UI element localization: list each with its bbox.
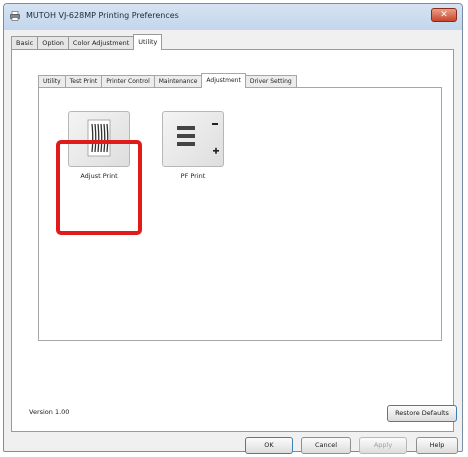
ok-button[interactable]: OK (245, 437, 293, 454)
pf-print-button[interactable] (162, 111, 224, 167)
window-title: MUTOH VJ-628MP Printing Preferences (26, 11, 179, 20)
version-label: Version 1.00 (29, 408, 70, 416)
outer-tab-strip: Basic Option Color Adjustment Utility (11, 34, 163, 50)
highlight-box (56, 140, 142, 235)
cancel-button[interactable]: Cancel (301, 437, 351, 454)
adjustment-panel: Adjust Print PF Print (38, 87, 442, 341)
title-bar: MUTOH VJ-628MP Printing Preferences ✕ (4, 4, 462, 30)
tab-utility[interactable]: Utility (133, 34, 163, 50)
apply-button[interactable]: Apply (359, 437, 407, 454)
tab-color-adjustment[interactable]: Color Adjustment (67, 36, 135, 50)
restore-defaults-button[interactable]: Restore Defaults (387, 405, 457, 422)
help-button[interactable]: Help (416, 437, 458, 454)
printer-icon (10, 11, 20, 21)
inner-tab-strip: Utility Test Print Printer Control Maint… (38, 73, 297, 88)
tab-basic[interactable]: Basic (11, 36, 39, 50)
pf-print-label: PF Print (180, 172, 206, 180)
utility-panel: Utility Test Print Printer Control Maint… (11, 49, 457, 432)
subtab-adjustment[interactable]: Adjustment (201, 73, 246, 88)
pf-print-icon (177, 123, 219, 154)
tab-option[interactable]: Option (37, 36, 69, 50)
printing-preferences-window: MUTOH VJ-628MP Printing Preferences ✕ Ba… (3, 3, 463, 454)
close-button[interactable]: ✕ (431, 8, 457, 22)
